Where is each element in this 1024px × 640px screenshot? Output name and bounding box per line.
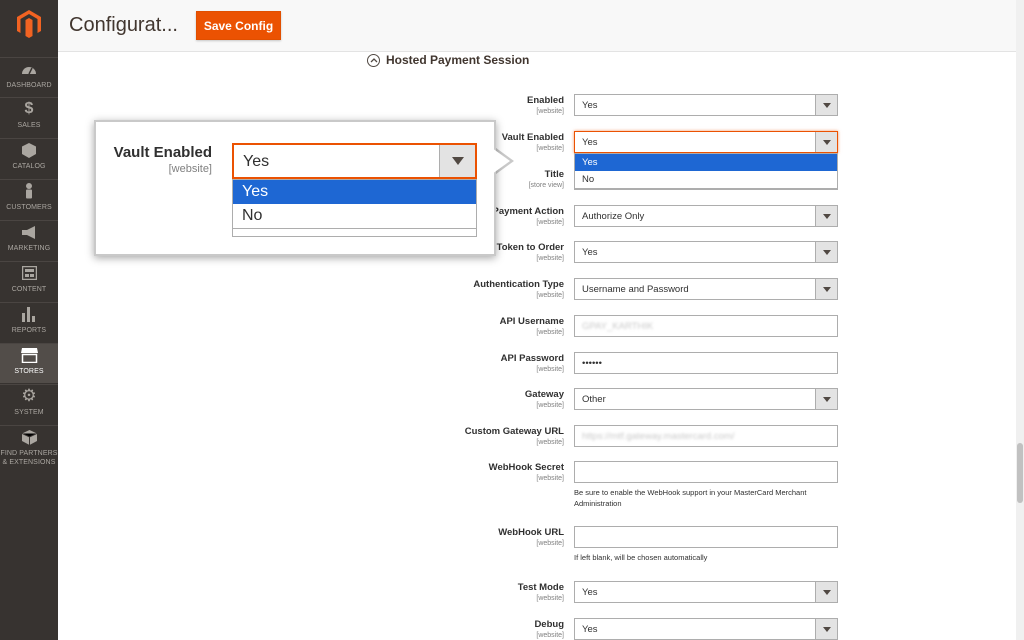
- section-title: Hosted Payment Session: [386, 53, 530, 67]
- nav-label: FIND PARTNERS & EXTENSIONS: [0, 450, 58, 466]
- webhook-secret-input[interactable]: [574, 461, 838, 483]
- nav-label: STORES: [14, 368, 44, 375]
- chevron-down-icon: [815, 389, 837, 409]
- chevron-down-icon: [439, 145, 475, 177]
- test-mode-select[interactable]: Yes: [574, 581, 838, 603]
- nav-reports[interactable]: REPORTS: [0, 302, 58, 342]
- gear-icon: ⚙: [21, 386, 37, 405]
- person-icon: [20, 183, 38, 199]
- nav-catalog[interactable]: CATALOG: [0, 138, 58, 178]
- admin-sidebar: DASHBOARD $ SALES CATALOG CUSTOMERS MARK…: [0, 0, 58, 640]
- nav-label: SALES: [17, 122, 41, 129]
- callout-label: Vault Enabled [website]: [113, 144, 212, 175]
- field-label: Payment Action [website]: [492, 206, 564, 226]
- zoom-callout: Vault Enabled [website] Yes Yes No: [94, 120, 496, 256]
- field-label: API Username [website]: [499, 316, 564, 336]
- nav-label: CONTENT: [11, 286, 47, 293]
- callout-underlying-field: [232, 229, 477, 237]
- magento-logo-icon: [17, 10, 41, 38]
- auth-type-select[interactable]: Username and Password: [574, 278, 838, 300]
- field-label: WebHook URL [website]: [498, 527, 564, 547]
- gateway-select[interactable]: Other: [574, 388, 838, 410]
- nav-content[interactable]: CONTENT: [0, 261, 58, 301]
- field-label: WebHook Secret [website]: [488, 462, 564, 482]
- page-title: Configurat...: [69, 14, 178, 36]
- section-toggle[interactable]: Hosted Payment Session: [367, 52, 529, 68]
- debug-select[interactable]: Yes: [574, 618, 838, 640]
- nav-label: DASHBOARD: [6, 82, 52, 89]
- enabled-select[interactable]: Yes: [574, 94, 838, 116]
- option-yes[interactable]: Yes: [575, 154, 837, 171]
- chevron-down-icon: [815, 619, 837, 639]
- nav-label: MARKETING: [7, 245, 51, 252]
- nav-system[interactable]: ⚙ SYSTEM: [0, 384, 58, 424]
- nav-customers[interactable]: CUSTOMERS: [0, 179, 58, 219]
- nav-stores[interactable]: STORES: [0, 343, 58, 383]
- callout-options: Yes No: [232, 179, 477, 229]
- field-note: If left blank, will be chosen automatica…: [574, 553, 708, 562]
- save-config-button[interactable]: Save Config: [196, 11, 281, 40]
- nav-label: CUSTOMERS: [6, 204, 52, 211]
- bar-chart-icon: [20, 306, 38, 322]
- megaphone-icon: [20, 224, 38, 240]
- field-label: Custom Gateway URL [website]: [464, 426, 564, 446]
- box-icon: [20, 429, 38, 445]
- field-label: Gateway [website]: [524, 389, 564, 409]
- callout-pointer-inner: [492, 148, 510, 174]
- nav-label: SYSTEM: [14, 409, 44, 416]
- nav-marketing[interactable]: MARKETING: [0, 220, 58, 260]
- layout-icon: [20, 265, 38, 281]
- field-label: Title [store view]: [528, 169, 564, 189]
- field-label: Test Mode [website]: [517, 582, 564, 602]
- option-no[interactable]: No: [575, 171, 837, 188]
- collapse-icon: [367, 53, 380, 67]
- vault-enabled-select[interactable]: Yes: [574, 131, 838, 153]
- page-scrollbar[interactable]: [1016, 0, 1024, 640]
- vault-enabled-options: Yes No: [574, 153, 838, 189]
- field-label: Authentication Type [website]: [473, 279, 564, 299]
- chevron-down-icon: [815, 95, 837, 115]
- chevron-down-icon: [815, 279, 837, 299]
- custom-gateway-url-input[interactable]: https://mtf.gateway.mastercard.com/: [574, 425, 838, 447]
- nav-find-partners[interactable]: FIND PARTNERS & EXTENSIONS: [0, 425, 58, 475]
- chevron-down-icon: [815, 582, 837, 602]
- page-header: Configurat... Save Config: [58, 0, 1024, 52]
- field-label: Enabled [website]: [527, 95, 564, 115]
- field-label: Token to Order [website]: [496, 242, 564, 262]
- api-password-input[interactable]: ••••••: [574, 352, 838, 374]
- callout-select[interactable]: Yes: [232, 143, 477, 179]
- chevron-down-icon: [815, 206, 837, 226]
- nav-label: REPORTS: [11, 327, 47, 334]
- field-note: Be sure to enable the WebHook support in…: [574, 488, 807, 508]
- chevron-down-icon: [815, 242, 837, 262]
- field-label: Debug [website]: [534, 619, 564, 639]
- nav-label: CATALOG: [12, 163, 46, 170]
- magento-logo[interactable]: [0, 0, 58, 48]
- webhook-url-input[interactable]: [574, 526, 838, 548]
- dollar-icon: $: [24, 100, 34, 117]
- storefront-icon: [20, 347, 38, 363]
- nav-sales[interactable]: $ SALES: [0, 97, 58, 137]
- nav-dashboard[interactable]: DASHBOARD: [0, 57, 58, 97]
- chevron-down-icon: [815, 132, 837, 152]
- field-label: API Password [website]: [500, 353, 564, 373]
- dashboard-icon: [20, 61, 38, 77]
- api-username-input[interactable]: GPAY_KARTHIK: [574, 315, 838, 337]
- payment-action-select[interactable]: Authorize Only: [574, 205, 838, 227]
- token-to-order-select[interactable]: Yes: [574, 241, 838, 263]
- callout-option-no[interactable]: No: [233, 204, 476, 228]
- callout-option-yes[interactable]: Yes: [233, 180, 476, 204]
- cube-icon: [20, 142, 38, 158]
- scrollbar-thumb[interactable]: [1017, 443, 1023, 503]
